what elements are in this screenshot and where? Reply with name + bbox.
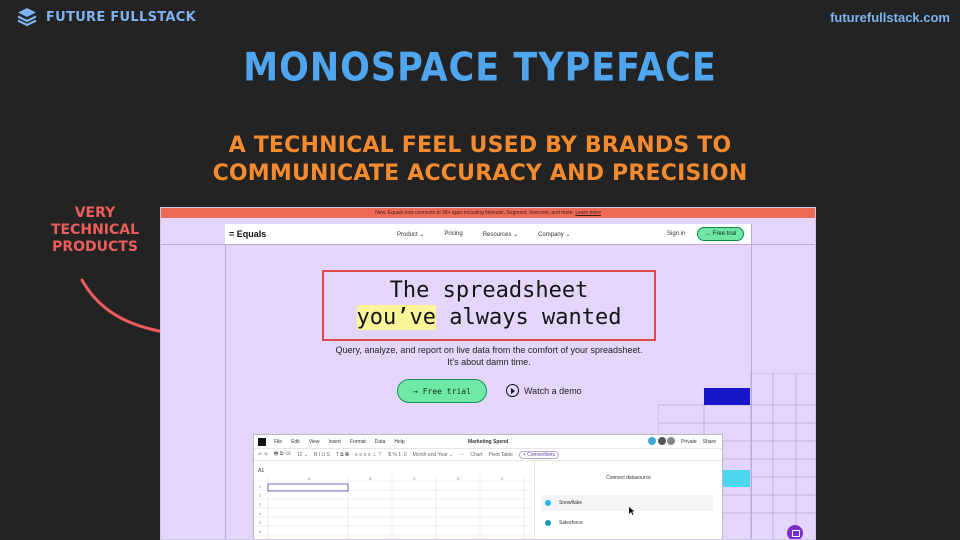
chat-widget-button[interactable] <box>787 525 803 539</box>
highlight-box <box>322 270 656 341</box>
menu-format[interactable]: Format <box>350 439 366 445</box>
nav-product[interactable]: Product ⌄ <box>397 231 424 238</box>
avatar <box>667 436 676 445</box>
row-header: 1 <box>259 484 262 489</box>
menu-edit[interactable]: Edit <box>291 439 300 445</box>
menu-view[interactable]: View <box>309 439 320 445</box>
row-header: 2 <box>259 493 262 498</box>
nav-links: Product ⌄ Pricing Resources ⌄ Company ⌄ <box>397 231 570 238</box>
column-header: C <box>413 476 416 481</box>
more-icon[interactable]: ··· <box>459 452 464 458</box>
datasource-panel: Connect datasource Snowflake Salesforce <box>534 461 722 539</box>
date-format-select[interactable]: Month and Year ⌄ <box>413 452 454 458</box>
app-header-right: Private Share <box>648 436 716 447</box>
site-nav: = Equals Product ⌄ Pricing Resources ⌄ C… <box>225 224 751 244</box>
column-header: E <box>501 476 504 481</box>
nav-resources[interactable]: Resources ⌄ <box>483 231 518 238</box>
text-format-icons[interactable]: T ⧉ ▦ <box>336 452 349 458</box>
nav-company[interactable]: Company ⌄ <box>538 231 570 238</box>
hero-free-trial-button[interactable]: → Free trial <box>397 379 487 403</box>
announcement-link[interactable]: Learn more <box>575 210 601 216</box>
sheet-grid[interactable]: A B C D E 1 2 3 4 5 6 7 <box>254 475 532 540</box>
announcement-bar: New: Equals now connects to 38+ apps inc… <box>161 208 815 218</box>
column-header: D <box>457 476 460 481</box>
private-toggle[interactable]: Private <box>681 439 697 445</box>
snowflake-icon <box>545 500 551 506</box>
cursor-icon <box>629 507 635 515</box>
pivot-table-button[interactable]: Pivot Table <box>488 452 512 458</box>
hero-desc-line-1: Query, analyze, and report on live data … <box>335 345 643 355</box>
panel-title: Connect datasource <box>606 475 651 481</box>
hero-desc-line-2: It’s about damn time. <box>447 357 531 367</box>
doc-title: Marketing Spend <box>468 438 509 445</box>
spreadsheet-app-preview: File Edit View Insert Format Data Help M… <box>253 434 723 540</box>
watch-demo-label: Watch a demo <box>524 385 582 396</box>
watch-demo-button[interactable]: Watch a demo <box>506 384 582 397</box>
decorative-blue-block <box>704 388 750 405</box>
salesforce-icon <box>545 520 551 526</box>
row-header: 5 <box>259 520 262 525</box>
datasource-label: Snowflake <box>559 500 583 506</box>
share-button[interactable]: Share <box>703 439 716 445</box>
grid-line <box>161 244 815 245</box>
text-style-icons[interactable]: B I U S <box>314 452 330 458</box>
row-header: 6 <box>259 529 262 534</box>
sign-in-link[interactable]: Sign in <box>667 231 685 237</box>
datasource-label: Salesforce <box>559 520 583 526</box>
menu-data[interactable]: Data <box>375 439 386 445</box>
number-format-icons[interactable]: $ % 1 .0 <box>388 452 406 458</box>
nav-pricing[interactable]: Pricing <box>444 231 462 238</box>
row-header: 4 <box>259 511 262 516</box>
play-icon <box>506 384 519 397</box>
menu-file[interactable]: File <box>274 439 282 445</box>
website-screenshot: New: Equals now connects to 38+ apps inc… <box>160 207 816 540</box>
font-size-select[interactable]: 12 ⌄ <box>297 452 308 458</box>
menu-insert[interactable]: Insert <box>328 439 341 445</box>
column-header: B <box>369 476 372 481</box>
datasource-salesforce[interactable]: Salesforce <box>541 515 713 531</box>
avatar <box>648 436 657 445</box>
equals-logo[interactable]: = Equals <box>229 229 266 239</box>
print-copy-icons[interactable]: 🖶 ⧉ ⌫ <box>274 451 291 459</box>
datasource-snowflake[interactable]: Snowflake <box>541 495 713 511</box>
nav-free-trial-button[interactable]: → Free trial <box>697 227 745 241</box>
app-logo-icon <box>258 437 266 446</box>
collaborator-avatars <box>648 436 676 447</box>
app-toolbar: ↶ ↷ 🖶 ⧉ ⌫ 12 ⌄ B I U S T ⧉ ▦ ≡ ≡ ≡ ≡ ⊥ ⊤… <box>254 449 722 461</box>
connections-button[interactable]: + Connections <box>518 450 559 459</box>
avatar <box>657 436 666 445</box>
row-header: 3 <box>259 502 262 507</box>
grid-line <box>225 224 226 539</box>
announcement-text: New: Equals now connects to 38+ apps inc… <box>375 210 574 216</box>
align-icons[interactable]: ≡ ≡ ≡ ≡ ⊥ ⊤ <box>355 452 382 458</box>
cell-reference[interactable]: A1 <box>258 468 264 474</box>
menu-help[interactable]: Help <box>394 439 404 445</box>
app-menu-bar: File Edit View Insert Format Data Help M… <box>254 435 722 449</box>
hero-description: Query, analyze, and report on live data … <box>281 344 697 368</box>
column-header: A <box>308 476 311 481</box>
chart-button[interactable]: Chart <box>470 452 482 458</box>
undo-redo-icons[interactable]: ↶ ↷ <box>258 452 268 458</box>
